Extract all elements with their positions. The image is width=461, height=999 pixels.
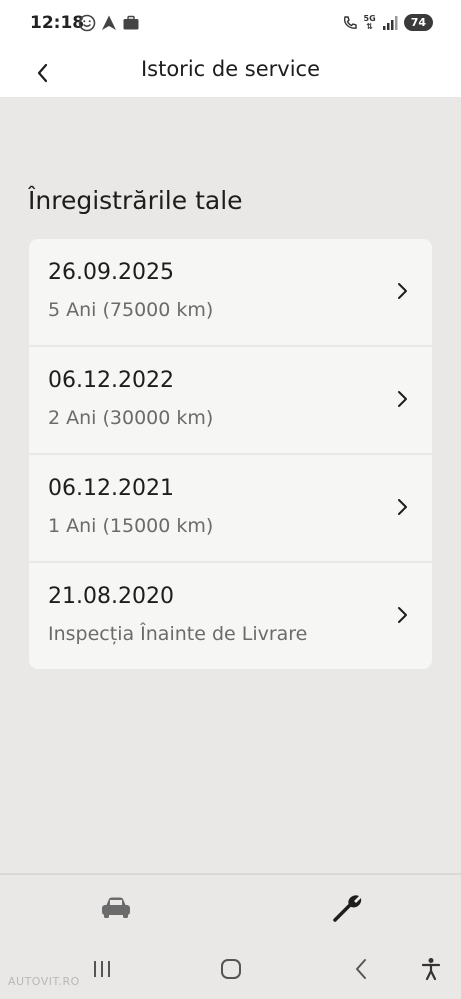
recents-button[interactable] [88, 954, 116, 984]
briefcase-icon [123, 15, 139, 30]
nav-back-button[interactable] [348, 954, 374, 984]
network-type: 5G ⇅ [363, 13, 376, 31]
car-icon [102, 897, 130, 918]
service-records-list: 26.09.2025 5 Ani (75000 km) 06.12.2022 2… [29, 239, 432, 669]
record-date: 06.12.2021 [48, 476, 174, 501]
accessibility-icon [421, 958, 441, 981]
service-record-row[interactable]: 06.12.2021 1 Ani (15000 km) [29, 455, 432, 563]
home-button[interactable] [216, 954, 246, 984]
wrench-icon [333, 895, 362, 922]
tab-bar-divider [0, 873, 461, 875]
service-record-row[interactable]: 26.09.2025 5 Ani (75000 km) [29, 239, 432, 347]
notification-icons [78, 14, 140, 32]
tab-service[interactable] [327, 888, 367, 928]
battery-indicator: 74 [403, 14, 433, 31]
status-bar: 12:18 5G ⇅ 74 [0, 0, 461, 48]
record-description: 2 Ani (30000 km) [48, 407, 214, 429]
chevron-right-icon [398, 499, 407, 515]
system-status-icons: 5G ⇅ 74 [342, 14, 433, 31]
navigation-icon [102, 15, 116, 30]
record-date: 06.12.2022 [48, 368, 174, 393]
home-icon [221, 959, 241, 979]
recents-icon [94, 961, 110, 977]
watermark: AUTOVIT.RO [8, 975, 80, 988]
system-nav-bar [0, 940, 461, 999]
tab-vehicle[interactable] [96, 890, 136, 926]
wifi-call-icon [343, 15, 357, 29]
chevron-right-icon [398, 283, 407, 299]
app-header: Istoric de service [0, 48, 461, 97]
chevron-right-icon [398, 607, 407, 623]
record-description: 1 Ani (15000 km) [48, 515, 214, 537]
service-record-row[interactable]: 21.08.2020 Inspecția Înainte de Livrare [29, 563, 432, 669]
status-time: 12:18 [30, 13, 85, 33]
section-title: Înregistrările tale [28, 186, 243, 215]
accessibility-button[interactable] [418, 954, 444, 984]
record-description: Inspecția Înainte de Livrare [48, 623, 308, 645]
smiley-icon [78, 14, 96, 32]
record-description: 5 Ani (75000 km) [48, 299, 214, 321]
back-icon [356, 959, 366, 979]
page-title: Istoric de service [140, 57, 321, 81]
record-date: 26.09.2025 [48, 260, 174, 285]
record-date: 21.08.2020 [48, 584, 174, 609]
service-record-row[interactable]: 06.12.2022 2 Ani (30000 km) [29, 347, 432, 455]
signal-icon [382, 15, 398, 30]
chevron-right-icon [398, 391, 407, 407]
